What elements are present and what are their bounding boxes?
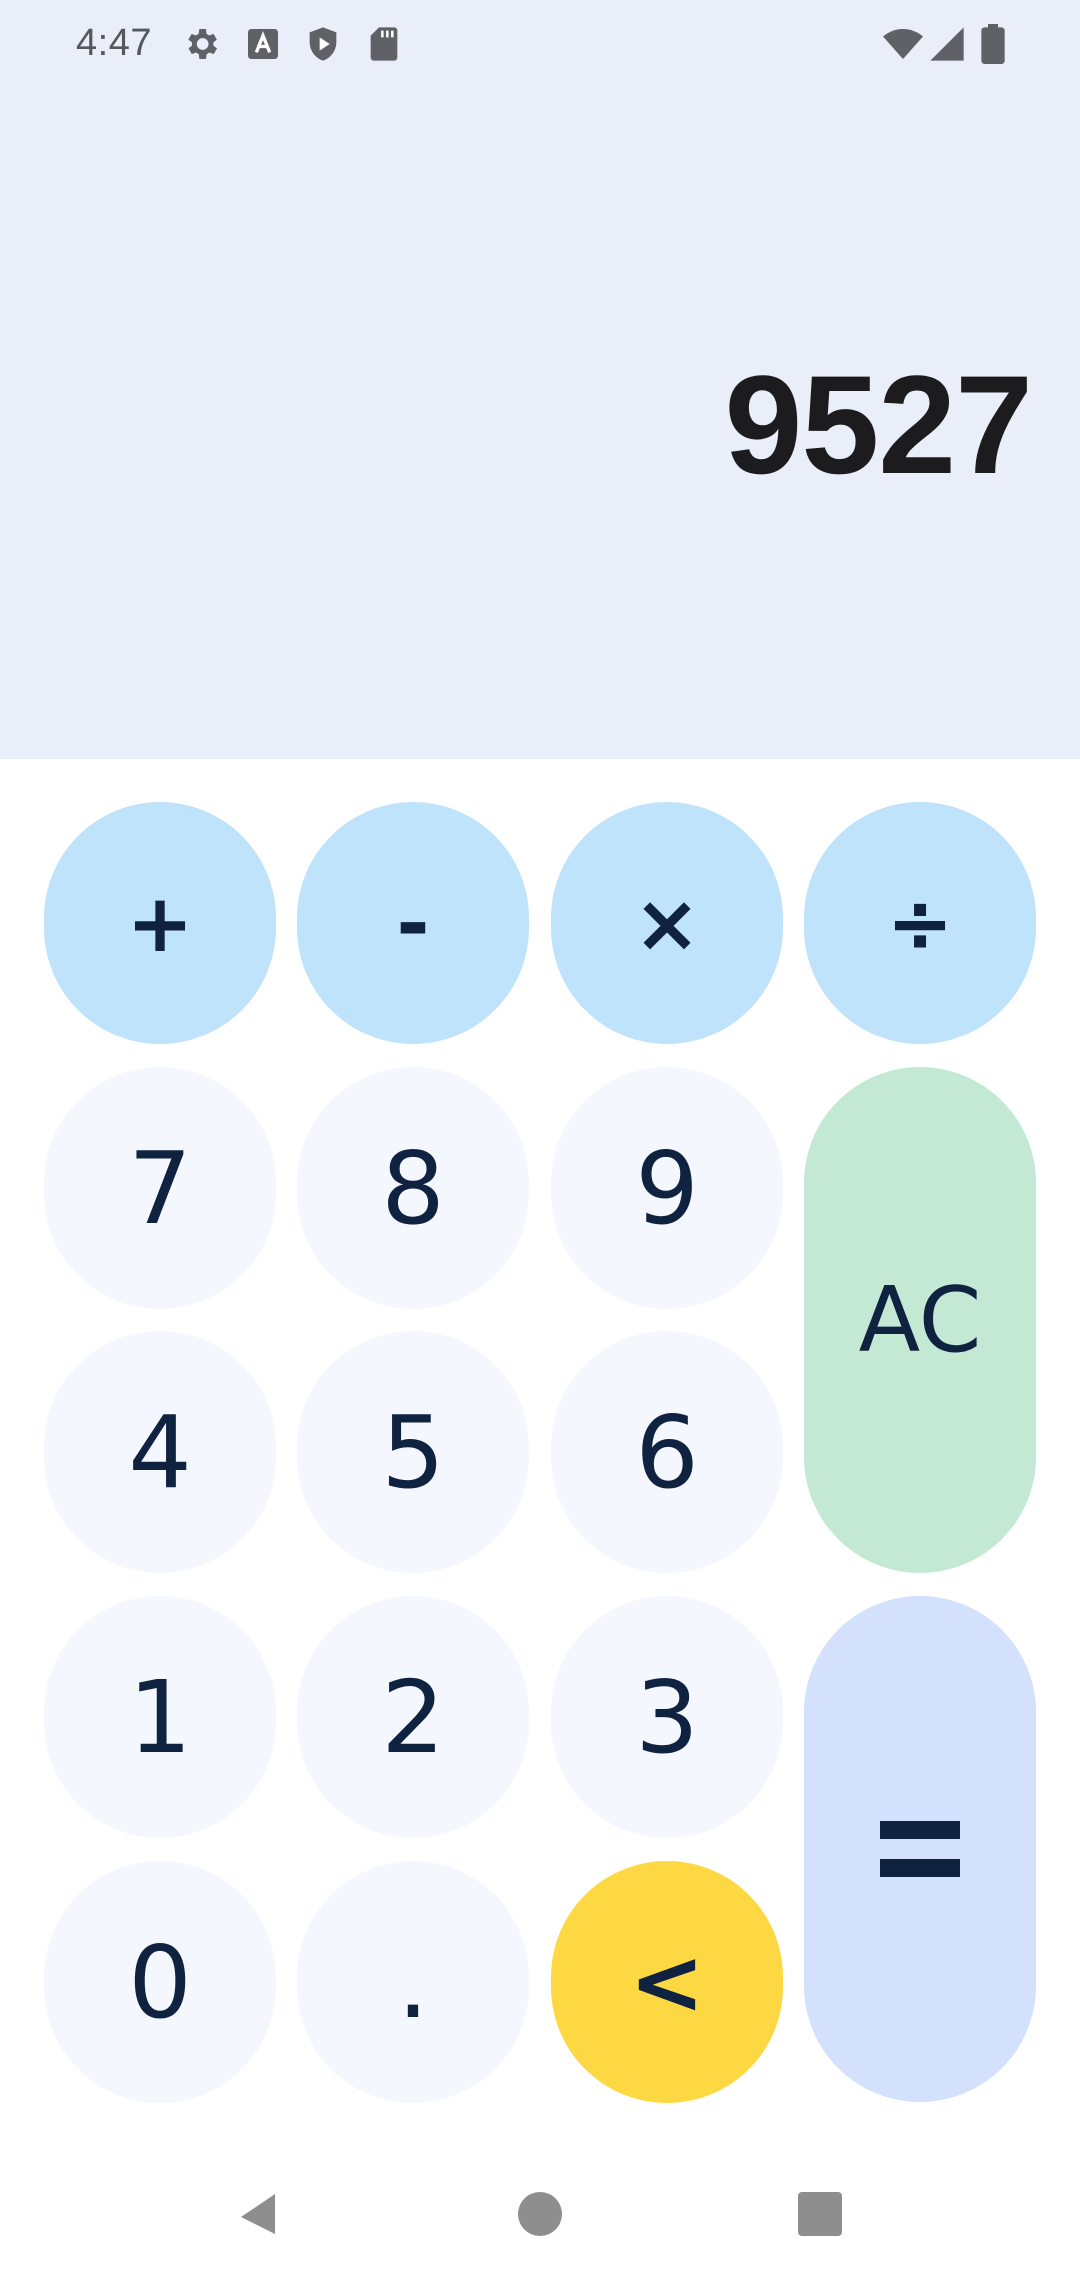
equals-button[interactable] bbox=[804, 1596, 1036, 2102]
battery-icon bbox=[981, 24, 1005, 64]
subtract-button[interactable]: - bbox=[297, 802, 529, 1044]
sd-card-icon bbox=[370, 27, 398, 61]
backspace-button[interactable]: < bbox=[551, 1861, 783, 2103]
recents-icon[interactable] bbox=[796, 2190, 844, 2238]
status-bar: 4:47 bbox=[0, 0, 1080, 88]
cellular-signal-icon bbox=[930, 27, 964, 61]
equals-icon bbox=[880, 1821, 960, 1877]
status-time: 4:47 bbox=[76, 22, 152, 64]
decimal-point-button[interactable]: . bbox=[297, 1861, 529, 2103]
digit-8-button[interactable]: 8 bbox=[297, 1067, 529, 1309]
settings-icon bbox=[188, 29, 217, 59]
multiply-button[interactable]: × bbox=[551, 802, 783, 1044]
divide-button[interactable]: ÷ bbox=[804, 802, 1036, 1044]
wifi-icon bbox=[883, 29, 923, 59]
digit-2-button[interactable]: 2 bbox=[297, 1596, 529, 1838]
digit-0-button[interactable]: 0 bbox=[44, 1861, 276, 2103]
digit-7-button[interactable]: 7 bbox=[44, 1067, 276, 1309]
result-display: 9527 bbox=[724, 346, 1033, 503]
navigation-bar bbox=[0, 2150, 1080, 2280]
digit-9-button[interactable]: 9 bbox=[551, 1067, 783, 1309]
home-icon[interactable] bbox=[516, 2190, 564, 2238]
digit-1-button[interactable]: 1 bbox=[44, 1596, 276, 1838]
shield-play-icon bbox=[309, 27, 337, 61]
text-a-icon bbox=[248, 29, 278, 59]
digit-3-button[interactable]: 3 bbox=[551, 1596, 783, 1838]
back-icon[interactable] bbox=[235, 2190, 283, 2238]
digit-4-button[interactable]: 4 bbox=[44, 1331, 276, 1573]
add-button[interactable]: + bbox=[44, 802, 276, 1044]
digit-6-button[interactable]: 6 bbox=[551, 1331, 783, 1573]
display-panel: 4:47 9527 bbox=[0, 0, 1080, 759]
clear-button[interactable]: AC bbox=[804, 1067, 1036, 1573]
digit-5-button[interactable]: 5 bbox=[297, 1331, 529, 1573]
